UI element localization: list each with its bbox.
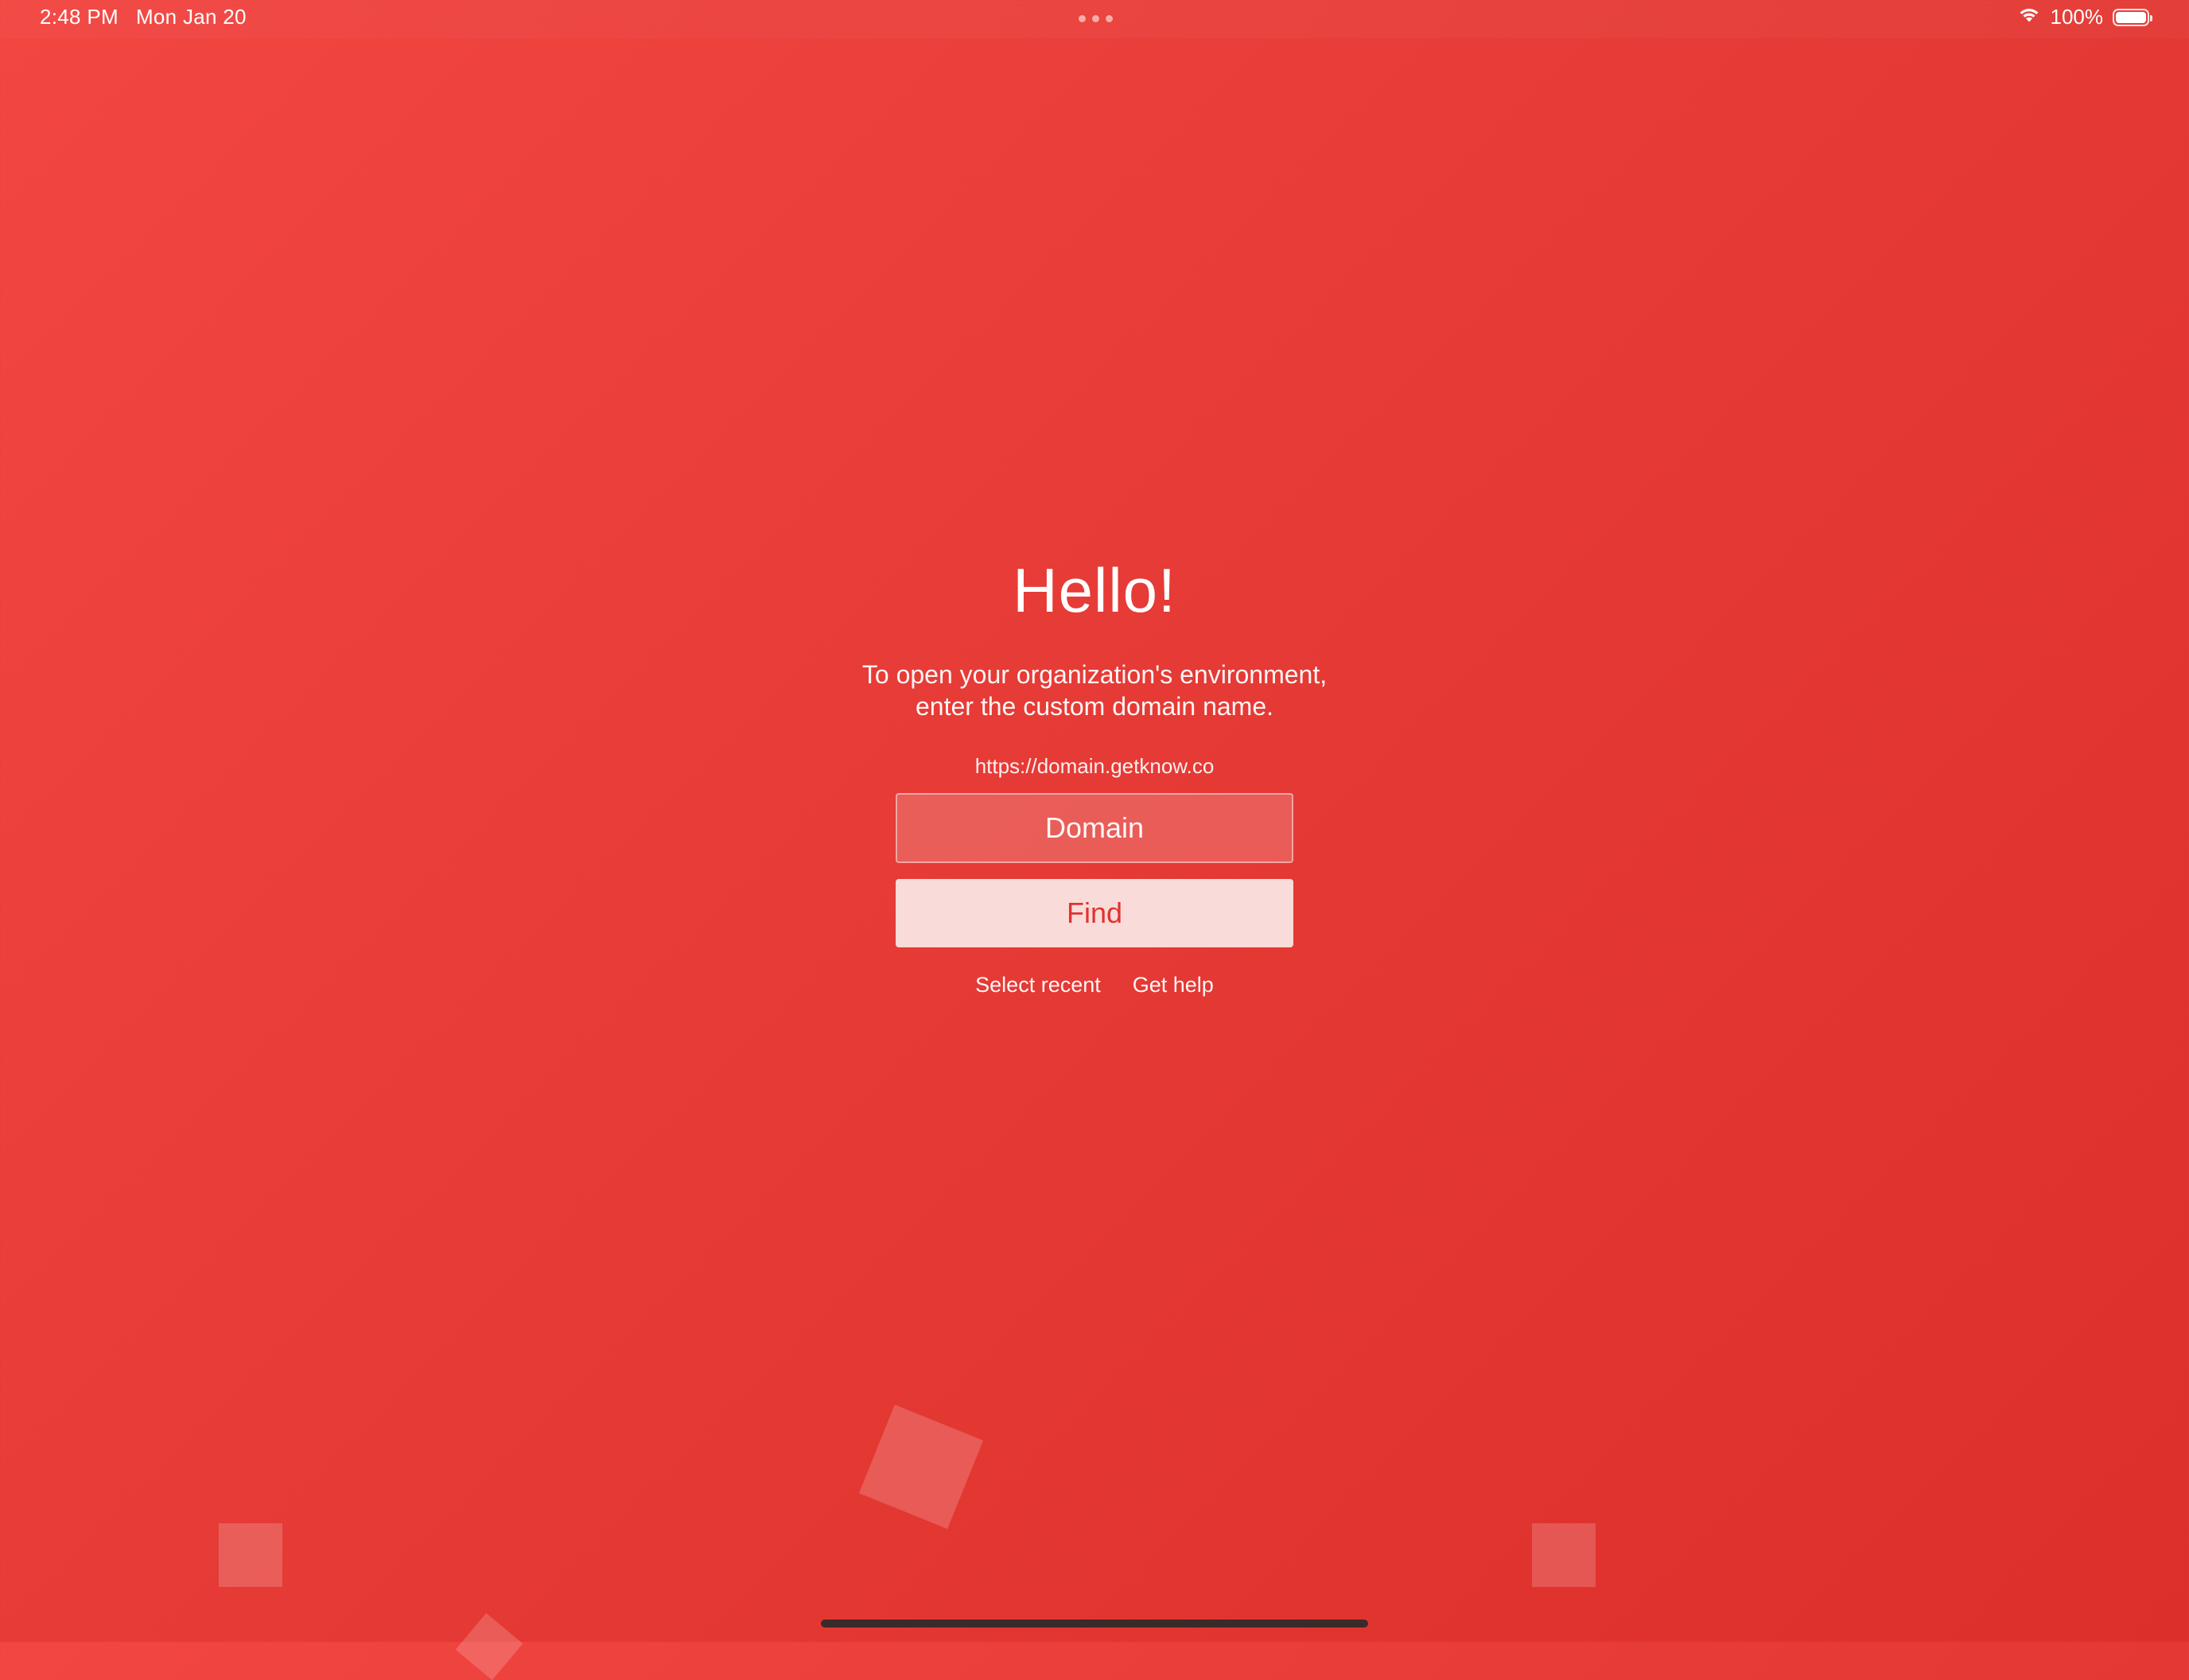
page-title: Hello! [1013,555,1176,625]
decorative-square [219,1523,282,1587]
status-left: 2:48 PM Mon Jan 20 [40,5,247,29]
dot [1106,15,1113,22]
battery-percent: 100% [2050,5,2104,29]
dot [1079,15,1086,22]
dot [1092,15,1099,22]
more-dots-icon[interactable] [1079,15,1113,22]
instructions-text: To open your organization's environment,… [861,659,1328,721]
status-date: Mon Jan 20 [135,5,247,29]
domain-hint: https://domain.getknow.co [974,753,1215,778]
decorative-square [1532,1523,1596,1587]
battery-icon [2113,8,2152,26]
wifi-icon [2017,5,2041,29]
home-indicator[interactable] [821,1620,1368,1628]
decorative-square [858,1404,984,1530]
select-recent-link[interactable]: Select recent [975,973,1101,998]
find-button[interactable]: Find [896,878,1293,947]
domain-input[interactable] [896,792,1293,863]
secondary-links: Select recent Get help [975,973,1214,998]
login-panel: Hello! To open your organization's envir… [0,555,2189,998]
status-right: 100% [2017,5,2152,29]
battery-tip [2150,14,2152,21]
get-help-link[interactable]: Get help [1133,973,1214,998]
status-time: 2:48 PM [40,5,119,29]
battery-fill [2116,11,2146,23]
decorative-square [455,1612,523,1680]
status-bar: 2:48 PM Mon Jan 20 100% [0,0,2189,38]
